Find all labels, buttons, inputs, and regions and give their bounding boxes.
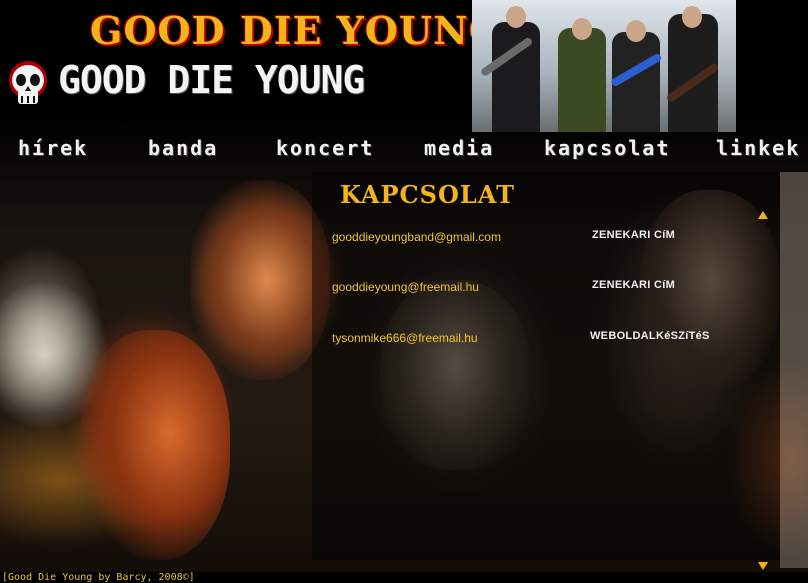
triangle-up-icon[interactable] xyxy=(758,211,768,219)
skull-icon xyxy=(9,61,47,104)
section-title: KAPCSOLAT xyxy=(340,180,515,209)
nav-item-media[interactable]: media xyxy=(424,136,494,160)
site-logo-top: GOOD DIE YOUNG xyxy=(90,8,503,53)
triangle-down-icon[interactable] xyxy=(758,562,768,570)
contact-email-link[interactable]: tysonmike666@freemail.hu xyxy=(332,331,478,345)
nav-item-banda[interactable]: banda xyxy=(148,136,218,160)
footer: [Good Die Young by Barcy, 2008©] xyxy=(0,572,808,583)
nav-item-hirek[interactable]: hírek xyxy=(18,136,88,160)
site-logo-main: GOOD DIE YOUNG xyxy=(58,58,365,102)
scrollbar-track[interactable] xyxy=(780,172,808,568)
band-member-head xyxy=(626,20,646,42)
nav-item-koncert[interactable]: koncert xyxy=(276,136,374,160)
contact-role-label: ZENEKARI CíM xyxy=(592,279,676,291)
band-member-head xyxy=(572,18,592,40)
contact-role-label: WEBOLDALKéSZíTéS xyxy=(590,330,710,342)
nav-item-kapcsolat[interactable]: kapcsolat xyxy=(544,136,670,160)
band-photo xyxy=(472,0,736,132)
background-face-photo xyxy=(80,330,230,560)
band-member-figure xyxy=(558,28,606,132)
footer-credit: [Good Die Young by Barcy, 2008©] xyxy=(2,572,195,583)
contact-email-link[interactable]: gooddieyoungband@gmail.com xyxy=(332,230,501,244)
main-nav: hírek banda koncert media kapcsolat link… xyxy=(0,136,808,160)
background-face-photo xyxy=(190,180,330,380)
nav-item-linkek[interactable]: linkek xyxy=(716,136,800,160)
band-member-head xyxy=(506,6,526,28)
band-member-head xyxy=(682,6,702,28)
contact-email-link[interactable]: gooddieyoung@freemail.hu xyxy=(332,280,479,294)
contact-role-label: ZENEKARI CíM xyxy=(592,229,676,241)
band-member-figure xyxy=(492,22,540,132)
